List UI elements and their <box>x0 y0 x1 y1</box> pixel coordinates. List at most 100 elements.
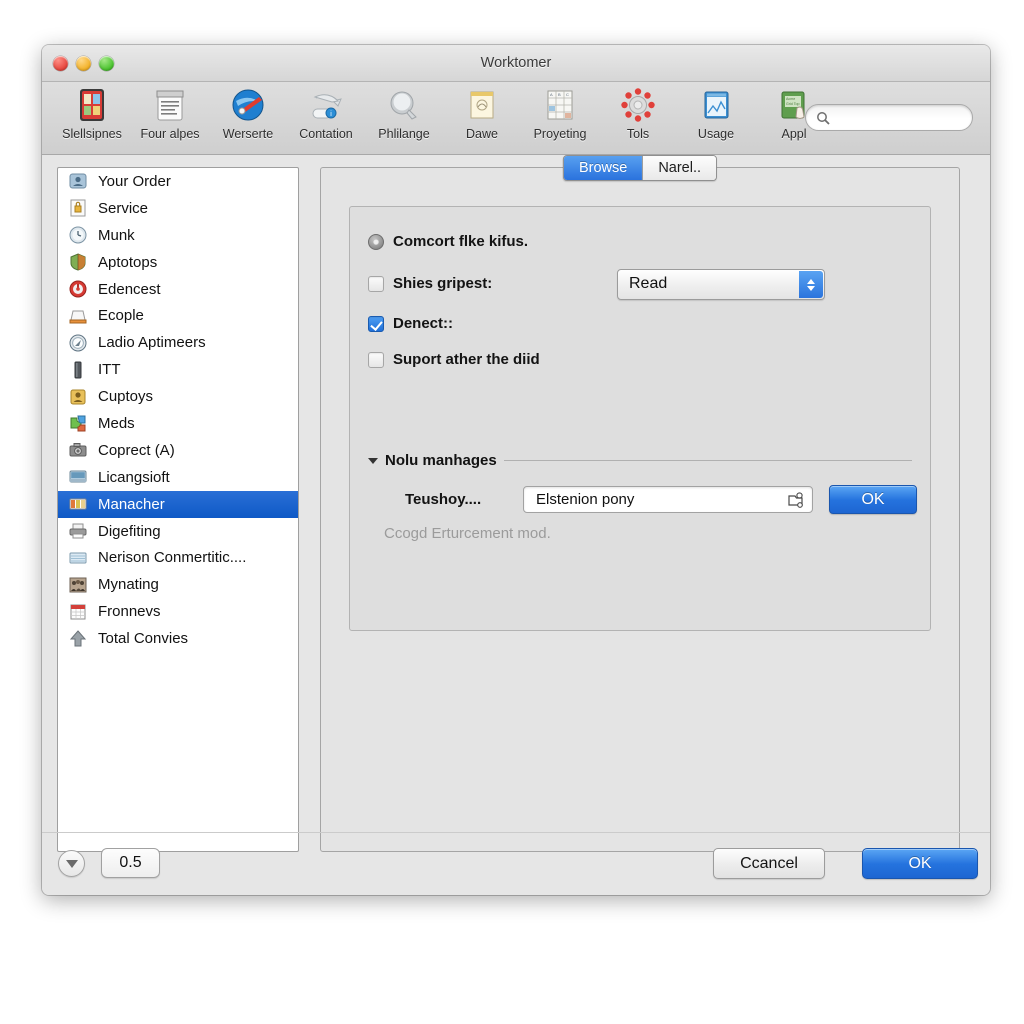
svg-text:C: C <box>566 92 569 97</box>
sidebar-item-aptotops[interactable]: Aptotops <box>58 249 298 276</box>
cancel-button[interactable]: Ccancel <box>713 848 825 879</box>
sidebar-item-mynating[interactable]: Mynating <box>58 571 298 598</box>
red-gear-icon <box>619 86 657 124</box>
toolbar-item-phlilange[interactable]: Phlilange <box>365 82 443 141</box>
tab-label: Narel.. <box>658 160 702 176</box>
sidebar-item-label: Cuptoys <box>98 388 154 406</box>
sidebar-item-digefiting[interactable]: Digefiting <box>58 518 298 545</box>
button-label: OK <box>861 490 885 508</box>
compass-icon <box>68 333 90 353</box>
sidebar-item-label: Ecople <box>98 307 144 325</box>
sidebar-item-label: Aptotops <box>98 253 158 271</box>
step-value-field[interactable]: 0.5 <box>101 848 160 878</box>
toolbar-item-proyeting[interactable]: ABC Proyeting <box>521 82 599 141</box>
svg-text:B: B <box>558 92 561 97</box>
sidebar-item-itt[interactable]: ITT <box>58 356 298 383</box>
updown-stepper-icon[interactable] <box>799 271 823 298</box>
sidebar-item-your-order[interactable]: Your Order <box>58 168 298 195</box>
section-header[interactable]: Nolu manhages <box>368 452 912 469</box>
sidebar-item-label: Licangsioft <box>98 468 170 486</box>
read-popup-button[interactable]: Read <box>617 269 825 300</box>
toolbar-item-label: Werserte <box>222 127 274 141</box>
toolbar-item-slellsipnes[interactable]: Slellsipnes <box>53 82 131 141</box>
sidebar-item-coprect[interactable]: Coprect (A) <box>58 437 298 464</box>
app-window: Worktomer Slellsipnes Four alpes Wersert… <box>42 45 990 895</box>
ok-button[interactable]: OK <box>862 848 978 879</box>
device-grid-icon <box>73 86 111 124</box>
sidebar-list[interactable]: Your Order Service Munk Aptotops Edences… <box>57 167 299 852</box>
content-pane: Browse Narel.. Comcort flke kifus. Shies… <box>320 155 960 852</box>
toolbar-item-werserte[interactable]: Werserte <box>209 82 287 141</box>
search-field[interactable] <box>805 104 973 131</box>
tab-label: Browse <box>578 160 628 176</box>
window-titlebar: Worktomer <box>42 45 990 82</box>
path-input[interactable] <box>534 487 778 512</box>
disclosure-triangle-icon[interactable] <box>368 457 378 464</box>
sidebar-item-total-convies[interactable]: Total Convies <box>58 625 298 652</box>
sidebar-item-fronnevs[interactable]: Fronnevs <box>58 598 298 625</box>
toolbar-item-label: Four alpes <box>140 127 200 141</box>
toolbar-item-label: Phlilange <box>378 127 430 141</box>
sidebar-item-manacher[interactable]: Manacher <box>58 490 298 518</box>
blue-window-icon <box>697 86 735 124</box>
toolbar-item-label: Tols <box>626 127 650 141</box>
popup-row[interactable]: Read <box>617 269 825 300</box>
sidebar-item-service[interactable]: Service <box>58 195 298 222</box>
checkbox-label: Suport ather the diid <box>393 351 540 368</box>
toolbar-item-four-alpes[interactable]: Four alpes <box>131 82 209 141</box>
window-stripes-icon <box>68 548 90 568</box>
sidebar-item-label: Meds <box>98 414 135 432</box>
path-ok-button[interactable]: OK <box>829 485 917 514</box>
checkbox-input[interactable] <box>368 315 384 332</box>
sidebar-item-label: Mynating <box>98 576 159 594</box>
sidebar-item-label: Your Order <box>98 172 171 190</box>
checkbox-label: Denect:: <box>393 315 454 332</box>
sidebar-item-label: Total Convies <box>98 630 189 648</box>
toolbar-item-tols[interactable]: Tols <box>599 82 677 141</box>
sidebar-item-nerison-conmertitic[interactable]: Nerison Conmertitic.... <box>58 544 298 571</box>
path-row-label: Teushoy.... <box>405 491 482 508</box>
sidebar-item-edencest[interactable]: Edencest <box>58 276 298 303</box>
radio-row[interactable]: Comcort flke kifus. <box>368 233 528 250</box>
red-power-icon <box>68 279 90 299</box>
sidebar-item-label: Fronnevs <box>98 603 161 621</box>
document-list-icon <box>151 86 189 124</box>
user-badge-icon <box>68 171 90 191</box>
checkbox-row-denect[interactable]: Denect:: <box>368 315 453 332</box>
sidebar-item-label: Coprect (A) <box>98 441 175 459</box>
sidebar-item-ladio-aptimeers[interactable]: Ladio Aptimeers <box>58 329 298 356</box>
tab-narel[interactable]: Narel.. <box>642 156 717 180</box>
sync-arrow-icon: i <box>307 86 345 124</box>
sidebar-item-label: Digefiting <box>98 522 161 540</box>
svg-text:Acme: Acme <box>786 97 795 101</box>
sidebar-item-label: Ladio Aptimeers <box>98 334 206 352</box>
search-input[interactable] <box>836 105 964 130</box>
toolbar-item-dawe[interactable]: Dawe <box>443 82 521 141</box>
choose-folder-icon[interactable] <box>787 492 804 509</box>
sidebar-item-meds[interactable]: Meds <box>58 410 298 437</box>
checkbox-row-shies[interactable]: Shies gripest: <box>368 275 492 292</box>
checkbox-input[interactable] <box>368 351 384 368</box>
toolbar-item-contation[interactable]: i Contation <box>287 82 365 141</box>
path-text-field[interactable] <box>523 486 813 513</box>
sidebar-item-label: Edencest <box>98 280 161 298</box>
checkbox-row-suport[interactable]: Suport ather the diid <box>368 351 540 368</box>
radio-button[interactable] <box>368 233 384 250</box>
sidebar-item-cuptoys[interactable]: Cuptoys <box>58 383 298 410</box>
sidebar-item-ecople[interactable]: Ecople <box>58 302 298 329</box>
search-icon <box>817 112 830 125</box>
tab-browse[interactable]: Browse <box>563 156 643 180</box>
sidebar-item-munk[interactable]: Munk <box>58 222 298 249</box>
shield-icon <box>68 252 90 272</box>
blue-sphere-icon <box>229 86 267 124</box>
toolbar-item-label: Slellsipnes <box>62 127 122 141</box>
sidebar-item-licangsioft[interactable]: Licangsioft <box>58 464 298 491</box>
toolbar-item-usage[interactable]: Usage <box>677 82 755 141</box>
calendar-icon <box>68 602 90 622</box>
checkbox-input[interactable] <box>368 275 384 292</box>
svg-text:A: A <box>550 92 553 97</box>
footer-bar: 0.5 Ccancel OK <box>42 832 990 895</box>
disclosure-down-button[interactable] <box>58 850 85 877</box>
toolbar: Slellsipnes Four alpes Werserte i Contat… <box>42 82 990 155</box>
section-title: Nolu manhages <box>385 452 497 469</box>
